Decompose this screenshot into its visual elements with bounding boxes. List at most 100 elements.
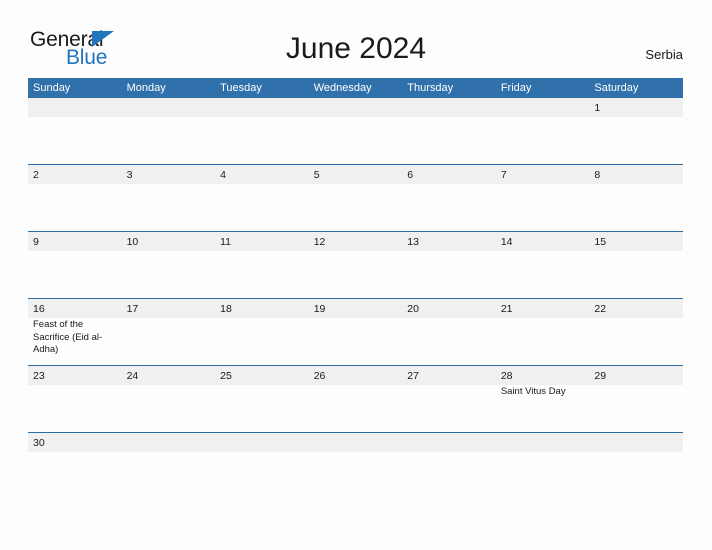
day-number[interactable] xyxy=(215,98,309,117)
day-number[interactable]: 20 xyxy=(402,299,496,318)
day-number[interactable]: 5 xyxy=(309,165,403,184)
week-number-band: 1 xyxy=(28,98,683,117)
day-event xyxy=(402,385,496,432)
day-event xyxy=(496,184,590,231)
day-of-week-header-row: Sunday Monday Tuesday Wednesday Thursday… xyxy=(28,78,683,97)
day-event xyxy=(309,452,403,476)
day-event xyxy=(589,452,683,476)
day-event xyxy=(215,385,309,432)
day-event xyxy=(309,251,403,298)
day-number[interactable] xyxy=(496,433,590,452)
week-row: 23 24 25 26 27 28 29 Saint Vitus Day xyxy=(28,365,683,432)
day-number[interactable]: 25 xyxy=(215,366,309,385)
page-title: June 2024 xyxy=(285,32,427,65)
dow-saturday: Saturday xyxy=(594,81,639,94)
day-number[interactable] xyxy=(28,98,122,117)
day-event xyxy=(122,318,216,365)
week-number-band: 23 24 25 26 27 28 29 xyxy=(28,366,683,385)
day-event xyxy=(402,117,496,164)
day-number[interactable]: 6 xyxy=(402,165,496,184)
day-number[interactable]: 15 xyxy=(589,232,683,251)
dow-monday: Monday xyxy=(126,81,166,94)
day-number[interactable]: 23 xyxy=(28,366,122,385)
day-event xyxy=(28,184,122,231)
day-event xyxy=(496,251,590,298)
day-event xyxy=(589,117,683,164)
calendar-page: General Blue June 2024 Serbia Sunday Mon… xyxy=(0,0,712,550)
day-event: Saint Vitus Day xyxy=(500,386,566,397)
day-number[interactable]: 17 xyxy=(122,299,216,318)
day-event xyxy=(122,452,216,476)
day-event xyxy=(402,452,496,476)
day-number[interactable] xyxy=(309,98,403,117)
day-event xyxy=(28,251,122,298)
week-event-body xyxy=(28,452,683,476)
day-number[interactable]: 13 xyxy=(402,232,496,251)
day-number[interactable]: 18 xyxy=(215,299,309,318)
day-event xyxy=(589,385,683,432)
week-number-band: 30 xyxy=(28,433,683,452)
day-number[interactable] xyxy=(309,433,403,452)
week-event-body xyxy=(28,251,683,298)
day-number[interactable]: 19 xyxy=(309,299,403,318)
day-number[interactable]: 30 xyxy=(28,433,122,452)
page-header: General Blue June 2024 Serbia xyxy=(0,0,712,76)
day-number[interactable]: 4 xyxy=(215,165,309,184)
day-number[interactable]: 2 xyxy=(28,165,122,184)
day-event xyxy=(122,184,216,231)
day-event xyxy=(309,117,403,164)
dow-friday: Friday xyxy=(500,81,532,94)
day-number[interactable]: 3 xyxy=(122,165,216,184)
week-event-body xyxy=(28,184,683,231)
day-number[interactable] xyxy=(122,433,216,452)
week-row: 2 3 4 5 6 7 8 xyxy=(28,164,683,231)
day-number[interactable]: 7 xyxy=(496,165,590,184)
day-number[interactable]: 26 xyxy=(309,366,403,385)
day-event xyxy=(589,251,683,298)
day-number[interactable] xyxy=(402,98,496,117)
day-number[interactable]: 8 xyxy=(589,165,683,184)
day-event xyxy=(122,117,216,164)
day-number[interactable]: 14 xyxy=(496,232,590,251)
day-number[interactable] xyxy=(496,98,590,117)
week-row: 1 xyxy=(28,97,683,164)
day-event: Feast of the Sacrifice (Eid al-Adha) xyxy=(33,319,103,355)
day-event xyxy=(215,318,309,365)
day-number[interactable]: 16 xyxy=(28,299,122,318)
day-number[interactable]: 12 xyxy=(309,232,403,251)
day-event xyxy=(28,385,122,432)
day-event xyxy=(309,318,403,365)
day-event xyxy=(309,184,403,231)
week-number-band: 9 10 11 12 13 14 15 xyxy=(28,232,683,251)
day-number[interactable] xyxy=(122,98,216,117)
day-number[interactable]: 27 xyxy=(402,366,496,385)
dow-wednesday: Wednesday xyxy=(313,81,372,94)
day-event xyxy=(215,117,309,164)
day-number[interactable]: 29 xyxy=(589,366,683,385)
day-number[interactable]: 28 xyxy=(496,366,590,385)
dow-tuesday: Tuesday xyxy=(220,81,262,94)
week-event-body: Feast of the Sacrifice (Eid al-Adha) xyxy=(28,318,683,365)
day-event xyxy=(589,318,683,365)
day-number[interactable]: 21 xyxy=(496,299,590,318)
day-number[interactable]: 10 xyxy=(122,232,216,251)
day-event xyxy=(402,251,496,298)
day-number[interactable] xyxy=(589,433,683,452)
day-number[interactable] xyxy=(215,433,309,452)
day-number[interactable]: 11 xyxy=(215,232,309,251)
region-label: Serbia xyxy=(645,47,683,62)
day-event xyxy=(496,452,590,476)
day-number[interactable]: 1 xyxy=(589,98,683,117)
day-event xyxy=(589,184,683,231)
day-number[interactable]: 22 xyxy=(589,299,683,318)
day-event xyxy=(122,385,216,432)
week-number-band: 16 17 18 19 20 21 22 xyxy=(28,299,683,318)
day-event xyxy=(122,251,216,298)
day-event xyxy=(309,385,403,432)
day-number[interactable]: 24 xyxy=(122,366,216,385)
day-number[interactable] xyxy=(402,433,496,452)
day-number[interactable]: 9 xyxy=(28,232,122,251)
calendar-grid: Sunday Monday Tuesday Wednesday Thursday… xyxy=(28,78,683,476)
week-event-body: Saint Vitus Day xyxy=(28,385,683,432)
week-row: 9 10 11 12 13 14 15 xyxy=(28,231,683,298)
